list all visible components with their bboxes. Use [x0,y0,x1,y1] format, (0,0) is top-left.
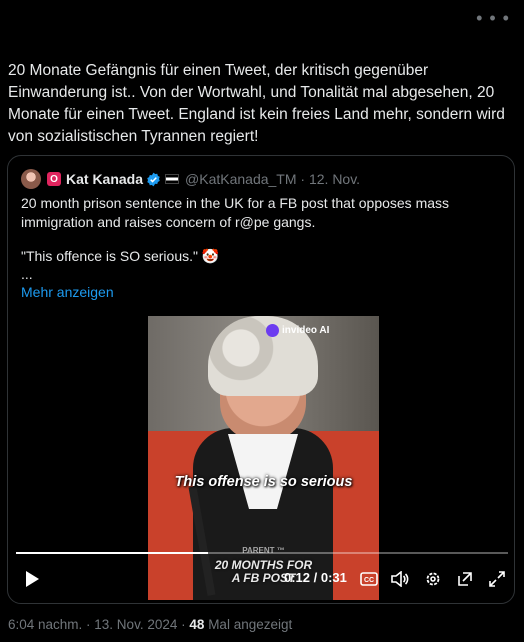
settings-icon[interactable] [422,566,444,592]
fullscreen-icon[interactable] [486,566,508,592]
video-progress-bar[interactable] [16,552,508,554]
watermark-logo-icon [266,324,279,337]
captions-icon[interactable]: CC [359,566,379,592]
video-controls: 0:12 / 0:31 CC [8,566,514,596]
quoted-tweet[interactable]: O Kat Kanada @KatKanada_TM · 12. Nov. 20… [7,155,515,604]
quote-author-name[interactable]: Kat Kanada [66,171,143,187]
timestamp[interactable]: 6:04 nachm. · 13. Nov. 2024 [8,617,177,632]
quote-text: 20 month prison sentence in the UK for a… [21,195,450,230]
video-progress-fill [16,552,208,554]
quote-ellipsis: ... [21,266,33,282]
avatar[interactable] [21,169,41,189]
show-more-link[interactable]: Mehr anzeigen [21,284,114,300]
views-label: Mal angezeigt [208,617,293,632]
play-icon[interactable] [22,566,42,592]
quote-handle[interactable]: @KatKanada_TM · 12. Nov. [185,171,360,187]
video-player[interactable]: invideo AI This offense is so serious PA… [148,316,379,600]
flag-icon [165,174,180,184]
quote-line: "This offence is SO serious." 🤡 [21,248,220,264]
more-options-icon[interactable]: • • • [476,8,510,29]
volume-icon[interactable] [389,566,411,592]
separator-dot: · [181,617,186,632]
watermark: invideo AI [266,324,329,337]
views-count: 48 [189,617,205,632]
badge-icon: O [47,172,61,186]
quote-header: O Kat Kanada @KatKanada_TM · 12. Nov. [21,169,360,189]
popout-icon[interactable] [454,566,476,592]
tweet-meta: 6:04 nachm. · 13. Nov. 2024 · 48 Mal ang… [8,617,292,632]
tweet-text: 20 Monate Gefängnis für einen Tweet, der… [8,62,505,145]
svg-text:CC: CC [364,577,374,584]
video-time: 0:12 / 0:31 [284,570,347,585]
verified-icon [147,172,160,186]
video-caption: This offense is so serious [174,474,353,490]
